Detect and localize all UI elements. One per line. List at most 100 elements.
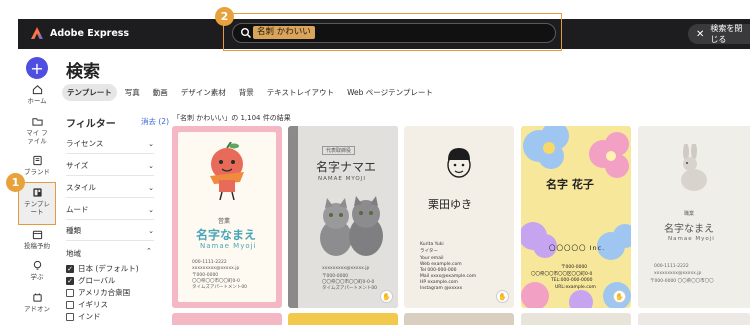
- card-romaji: Namae Myoji: [668, 236, 715, 242]
- card-line: Mail xxxx@example.com: [420, 274, 477, 279]
- rail-label-templates: テンプレート: [24, 200, 50, 216]
- card-surface: 営業 名字なまえ Namae Myoji 000-1111-2222 xxxxx…: [178, 132, 276, 302]
- region-option-label: アメリカ合衆国: [78, 288, 131, 297]
- card-role: 職業: [684, 211, 695, 217]
- close-search-button[interactable]: ✕ 検索を閉じる: [688, 24, 750, 44]
- region-option[interactable]: ✓ 日本 (デフォルト): [66, 263, 139, 274]
- card-line: HP example.com: [420, 280, 458, 285]
- home-icon: [32, 85, 42, 95]
- template-card-partial[interactable]: [288, 313, 398, 325]
- card-line: 〒000-0000 〇〇県〇〇市〇〇: [650, 279, 714, 284]
- page-title: 検索: [66, 62, 100, 82]
- filter-clear-link[interactable]: 消去 (2): [141, 116, 169, 127]
- rail-item-brand[interactable]: ブランド: [18, 155, 56, 176]
- learn-icon: [33, 260, 41, 270]
- apple-character-illustration: [210, 142, 244, 201]
- card-line: ライター: [420, 249, 438, 254]
- template-card[interactable]: 名字 花子 〇〇〇〇〇 Inc. 〒000-0000 〇〇県〇〇市〇〇区〇〇町0…: [521, 126, 631, 308]
- card-romaji: NAMAE MYOJI: [318, 176, 366, 182]
- tab-templates[interactable]: テンプレート: [62, 84, 117, 101]
- chevron-down-icon: ⌄: [148, 226, 154, 235]
- region-option[interactable]: ✓ グローバル: [66, 275, 115, 286]
- premium-badge-icon: ✋: [380, 290, 393, 303]
- rail-item-schedule[interactable]: 投稿予約: [18, 229, 56, 250]
- filter-region-title[interactable]: 地域: [66, 248, 81, 259]
- filter-group-type[interactable]: 種類 ⌄: [66, 221, 154, 241]
- template-card-partial[interactable]: [521, 313, 631, 325]
- card-line: Your email: [420, 256, 444, 261]
- region-option[interactable]: インド: [66, 311, 101, 322]
- region-option[interactable]: アメリカ合衆国: [66, 287, 130, 298]
- rail-item-learn[interactable]: 学ぶ: [18, 260, 56, 281]
- callout-frame-search: [223, 13, 562, 51]
- filter-group-size[interactable]: サイズ ⌄: [66, 156, 154, 176]
- checkbox-checked[interactable]: ✓: [66, 276, 74, 285]
- rail-item-addons[interactable]: アドオン: [18, 292, 56, 313]
- filter-group-license[interactable]: ライセンス ⌄: [66, 134, 154, 154]
- region-option[interactable]: イギリス: [66, 299, 108, 310]
- rail-label-my-files: マイ ファイル: [26, 129, 48, 145]
- premium-badge-icon: ✋: [613, 290, 626, 303]
- filter-group-mood[interactable]: ムード ⌄: [66, 200, 154, 220]
- card-line: xxxxxxxxx@xxxxx.jp: [654, 271, 702, 276]
- callout-number-1: 1: [6, 173, 25, 192]
- tab-videos[interactable]: 動画: [148, 84, 173, 101]
- tab-web-page-templates[interactable]: Web ページテンプレート: [342, 84, 438, 101]
- create-button[interactable]: +: [26, 57, 48, 79]
- checkbox[interactable]: [66, 300, 74, 309]
- card-line: 000-1111-2222: [654, 264, 689, 269]
- chevron-down-icon: ⌄: [148, 205, 154, 214]
- filter-group-label: スタイル: [66, 183, 96, 192]
- region-option-label: インド: [78, 312, 101, 321]
- rail-label-schedule: 投稿予約: [24, 242, 50, 250]
- checkbox[interactable]: [66, 288, 74, 297]
- template-card[interactable]: 職業 名字なまえ Namae Myoji 000-1111-2222 xxxxx…: [638, 126, 750, 308]
- rabbit-illustration: [681, 144, 707, 191]
- card-line: TEL:000-000-0000: [551, 278, 593, 283]
- template-card[interactable]: 栗田ゆき Kurita Yuki ライター Your email Web exa…: [404, 126, 514, 308]
- chevron-down-icon: ⌄: [148, 161, 154, 170]
- template-card[interactable]: 営業 名字なまえ Namae Myoji 000-1111-2222 xxxxx…: [172, 126, 282, 308]
- card-line: xxxxxxxxx@xxxxx.jp: [322, 266, 370, 271]
- card-line: 000-1111-2222: [192, 260, 227, 265]
- region-option-label: 日本 (デフォルト): [78, 264, 139, 273]
- rail-item-my-files[interactable]: マイ ファイル: [18, 116, 56, 145]
- card-role: 営業: [218, 218, 231, 225]
- filter-title: フィルター: [66, 119, 116, 130]
- template-card[interactable]: 代表取締役 名字ナマエ NAMAE MYOJI xxxxxxxxx@xxxxx.…: [288, 126, 398, 308]
- tab-photos[interactable]: 写真: [120, 84, 145, 101]
- card-name: 名字 花子: [546, 178, 594, 191]
- template-card-partial[interactable]: [638, 313, 750, 325]
- chevron-down-icon: ⌄: [148, 183, 154, 192]
- brand[interactable]: Adobe Express: [30, 26, 129, 40]
- rail-label-brand: ブランド: [24, 168, 50, 176]
- brand-icon: [32, 155, 42, 166]
- rail-label-home: ホーム: [27, 97, 47, 105]
- rail-item-templates[interactable]: テンプレート: [18, 182, 56, 225]
- card-name: 名字なまえ: [664, 224, 714, 235]
- card-line: タイムズアパートメント00: [322, 286, 378, 291]
- card-line: Web example.com: [420, 262, 462, 267]
- checkbox[interactable]: [66, 312, 74, 321]
- filter-group-style[interactable]: スタイル ⌄: [66, 178, 154, 198]
- folder-icon: [31, 118, 43, 126]
- card-line: URL:example.com: [555, 285, 596, 290]
- tab-backgrounds[interactable]: 背景: [234, 84, 259, 101]
- checkbox-checked[interactable]: ✓: [66, 264, 74, 273]
- rail-item-home[interactable]: ホーム: [18, 84, 56, 105]
- card-romaji: Namae Myoji: [200, 242, 257, 250]
- app-name: Adobe Express: [50, 27, 130, 39]
- calendar-icon: [32, 230, 42, 240]
- card-line: 〇〇県〇〇市〇〇区〇〇町0-0: [531, 272, 593, 277]
- template-card-partial[interactable]: [172, 313, 282, 325]
- adobe-express-logo-icon: [31, 27, 43, 39]
- callout-number-2: 2: [215, 7, 234, 26]
- tab-design-assets[interactable]: デザイン素材: [176, 84, 231, 101]
- chevron-up-icon[interactable]: ⌃: [146, 247, 152, 255]
- addon-icon: [32, 293, 42, 302]
- card-company: 〇〇〇〇〇 Inc.: [549, 244, 606, 252]
- rail-label-learn: 学ぶ: [30, 273, 44, 281]
- tab-text-layouts[interactable]: テキストレイアウト: [262, 84, 339, 101]
- template-card-partial[interactable]: [404, 313, 514, 325]
- filter-group-label: ムード: [66, 205, 89, 214]
